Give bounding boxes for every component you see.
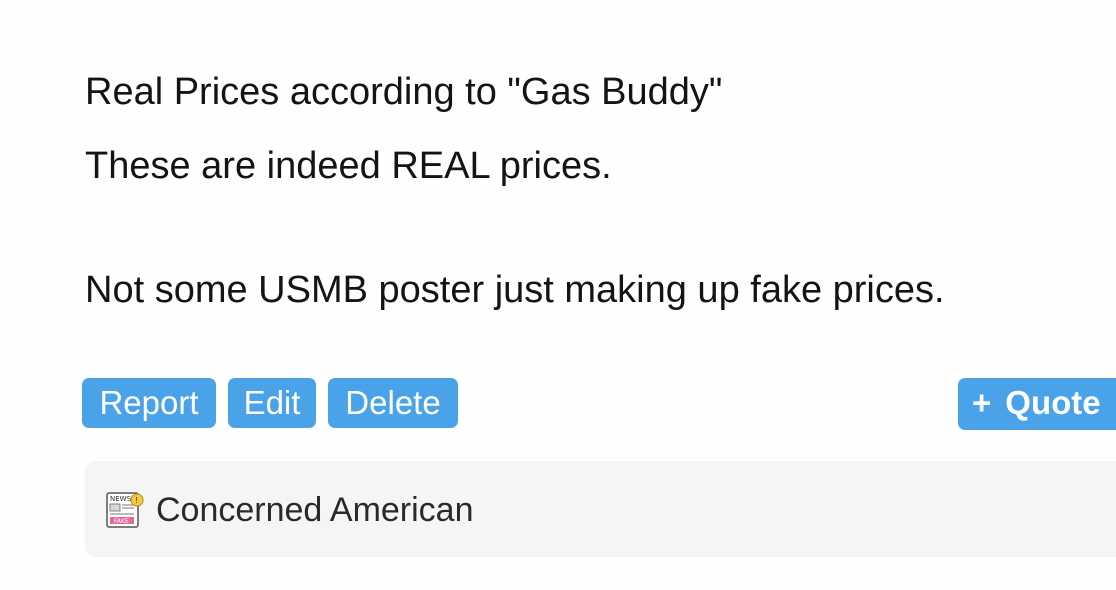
post-line-3: Not some USMB poster just making up fake…	[85, 269, 945, 311]
quote-label: Quote	[1005, 384, 1101, 421]
post-line-1: Real Prices according to "Gas Buddy"	[85, 71, 723, 113]
svg-text:NEWS: NEWS	[110, 495, 132, 503]
svg-text:FAKE: FAKE	[114, 518, 129, 525]
report-button[interactable]: Report	[82, 378, 216, 428]
plus-icon: +	[972, 384, 992, 421]
delete-button[interactable]: Delete	[328, 378, 458, 428]
signature-block: NEWS FAKE ! Concerned American	[85, 461, 1116, 557]
post-line-2: These are indeed REAL prices.	[85, 145, 612, 187]
post-body: Real Prices according to "Gas Buddy" The…	[85, 66, 1085, 316]
svg-text:!: !	[135, 496, 138, 505]
edit-button[interactable]: Edit	[228, 378, 316, 428]
fake-news-icon: NEWS FAKE !	[106, 492, 144, 528]
signature-text: Concerned American	[156, 491, 474, 529]
quote-button[interactable]: + Quote	[958, 378, 1116, 430]
